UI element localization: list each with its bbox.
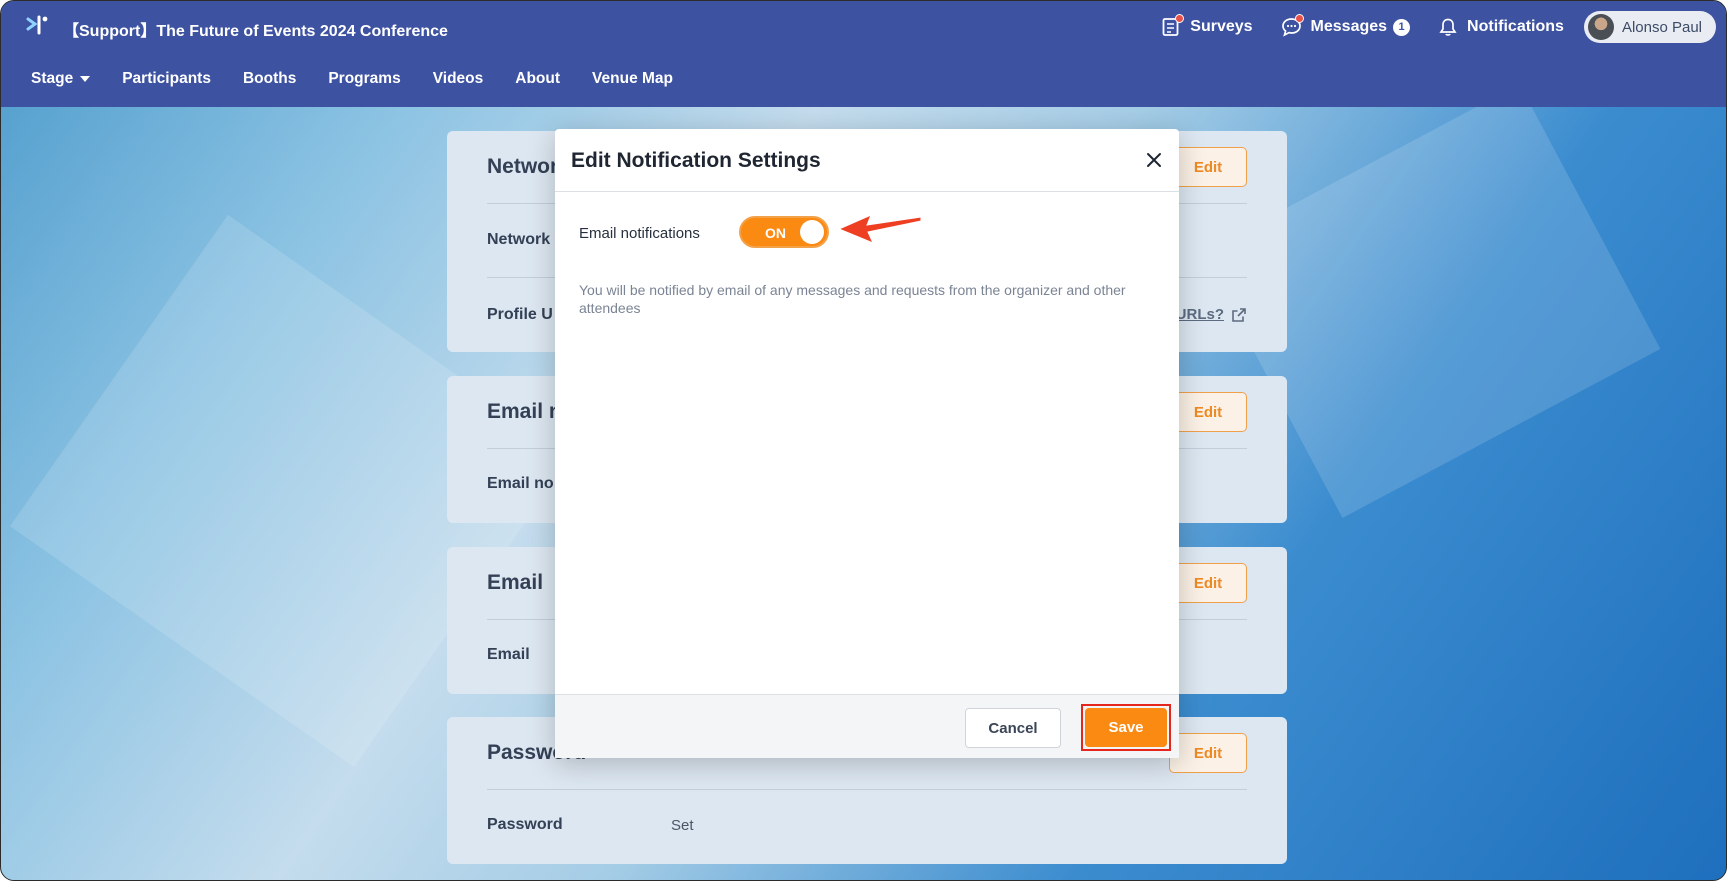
nav-item-booths[interactable]: Booths bbox=[243, 70, 296, 88]
user-menu[interactable]: Alonso Paul bbox=[1583, 11, 1716, 43]
save-button[interactable]: Save bbox=[1085, 708, 1167, 747]
edit-email-button[interactable]: Edit bbox=[1169, 563, 1247, 603]
edit-networking-button[interactable]: Edit bbox=[1169, 147, 1247, 187]
messages-label: Messages bbox=[1310, 18, 1388, 35]
nav-item-stage[interactable]: Stage bbox=[31, 70, 91, 88]
edit-email-notifications-button[interactable]: Edit bbox=[1169, 392, 1247, 432]
toggle-state-text: ON bbox=[765, 225, 786, 241]
surveys-label: Surveys bbox=[1190, 18, 1253, 35]
card-title: Email bbox=[487, 571, 544, 594]
event-title[interactable]: 【Support】The Future of Events 2024 Confe… bbox=[63, 17, 448, 41]
nav-item-participants[interactable]: Participants bbox=[122, 70, 211, 88]
nav-item-about[interactable]: About bbox=[515, 70, 560, 88]
edit-password-button[interactable]: Edit bbox=[1169, 733, 1247, 773]
messages-alert-dot bbox=[1294, 14, 1304, 23]
notifications-label: Notifications bbox=[1467, 18, 1564, 35]
nav-item-videos[interactable]: Videos bbox=[433, 70, 484, 88]
annotation-arrow-icon bbox=[837, 214, 922, 244]
dialog-title: Edit Notification Settings bbox=[571, 149, 821, 172]
top-actions: Surveys Messages 1 Notifications Alonso … bbox=[1133, 11, 1716, 43]
nav-item-venue-map[interactable]: Venue Map bbox=[592, 70, 673, 88]
email-notifications-toggle[interactable]: ON bbox=[739, 216, 829, 248]
top-bar: 【Support】The Future of Events 2024 Confe… bbox=[1, 1, 1726, 107]
profile-url-help-link[interactable]: URLs? bbox=[1176, 306, 1247, 323]
event-logo-icon[interactable] bbox=[25, 15, 49, 37]
email-notifications-row-label: Email no bbox=[487, 475, 554, 492]
bell-icon bbox=[1439, 18, 1457, 36]
app-window: 【Support】The Future of Events 2024 Confe… bbox=[0, 0, 1727, 881]
surveys-alert-dot bbox=[1175, 14, 1185, 23]
save-button-highlight: Save bbox=[1081, 704, 1171, 751]
cancel-button[interactable]: Cancel bbox=[965, 708, 1061, 748]
messages-button[interactable]: Messages 1 bbox=[1281, 14, 1411, 37]
caret-down-icon bbox=[80, 76, 91, 82]
surveys-button[interactable]: Surveys bbox=[1161, 14, 1253, 37]
networking-row-label: Network bbox=[487, 231, 551, 248]
help-link-text: URLs? bbox=[1175, 306, 1224, 323]
close-icon[interactable] bbox=[1145, 151, 1163, 169]
email-notifications-label: Email notifications bbox=[579, 225, 700, 242]
email-notifications-description: You will be notified by email of any mes… bbox=[579, 282, 1126, 316]
card-title: Email n bbox=[487, 400, 562, 423]
email-row-label: Email bbox=[487, 646, 530, 663]
notifications-button[interactable]: Notifications bbox=[1438, 17, 1564, 37]
password-row-value: Set bbox=[671, 817, 694, 834]
main-nav: Stage Participants Booths Programs Video… bbox=[31, 70, 705, 88]
toggle-knob bbox=[800, 220, 824, 244]
divider bbox=[487, 789, 1247, 790]
password-row-label: Password bbox=[487, 816, 563, 833]
avatar bbox=[1587, 14, 1614, 40]
dialog-header: Edit Notification Settings bbox=[555, 129, 1179, 192]
nav-item-label: Stage bbox=[31, 70, 74, 87]
nav-item-programs[interactable]: Programs bbox=[328, 70, 400, 88]
external-link-icon bbox=[1232, 307, 1246, 322]
dialog-footer: Cancel Save bbox=[555, 694, 1179, 758]
card-title: Networ bbox=[487, 155, 559, 178]
profile-url-row-label: Profile U bbox=[487, 306, 553, 323]
user-name: Alonso Paul bbox=[1621, 18, 1702, 36]
messages-count-badge: 1 bbox=[1393, 18, 1411, 36]
